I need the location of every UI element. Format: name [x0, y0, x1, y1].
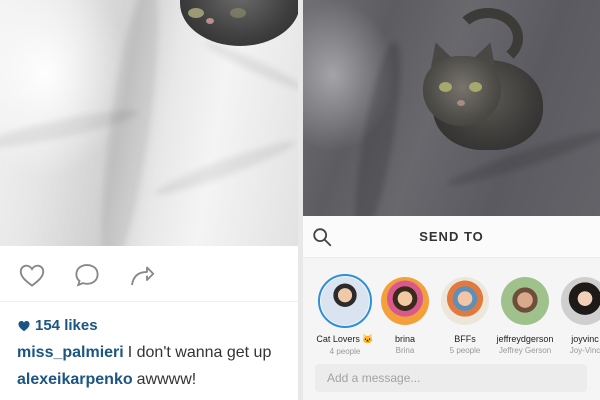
- comment-text: awwww!: [136, 371, 197, 388]
- cat-image: [423, 8, 543, 150]
- avatar: [441, 277, 489, 325]
- heart-outline-icon: [19, 264, 45, 287]
- cat-peek-image: [180, 0, 298, 46]
- comment-text: I don't wanna get up: [127, 344, 272, 361]
- comment-row: miss_palmieri I don't wanna get up: [17, 344, 271, 362]
- avatar: [561, 277, 600, 325]
- avatar: [381, 277, 429, 325]
- avatar-wrapper: [378, 274, 432, 328]
- recipient-item[interactable]: joyvinc Joy-Vinc: [549, 274, 600, 355]
- selected-ring: [318, 274, 372, 328]
- avatar-wrapper: [498, 274, 552, 328]
- send-to-header: SEND TO: [303, 216, 600, 258]
- comment-bubble-icon: [75, 264, 99, 287]
- comment-button[interactable]: [70, 258, 104, 292]
- likes-text: 154 likes: [35, 317, 98, 334]
- recipient-subtitle: Joy-Vinc: [569, 346, 600, 355]
- recipient-list[interactable]: Cat Lovers 🐱 4 people brina Brina BFFs 5…: [303, 266, 600, 358]
- recipient-name: joyvinc: [571, 334, 599, 344]
- likes-count[interactable]: 154 likes: [17, 317, 98, 334]
- share-arrow-icon: [131, 266, 155, 286]
- send-to-title: SEND TO: [419, 229, 484, 244]
- post-action-bar: [0, 246, 298, 302]
- comment-row: alexeikarpenko awwww!: [17, 371, 196, 389]
- avatar-wrapper: [558, 274, 600, 328]
- comment-username[interactable]: alexeikarpenko: [17, 371, 133, 388]
- like-button[interactable]: [15, 258, 49, 292]
- avatar: [501, 277, 549, 325]
- send-to-panel: SEND TO Cat Lovers 🐱 4 people brina Brin…: [303, 0, 600, 400]
- message-input[interactable]: [315, 364, 587, 392]
- feed-post: 154 likes miss_palmieri I don't wanna get…: [0, 0, 298, 400]
- share-button[interactable]: [125, 258, 159, 292]
- comment-username[interactable]: miss_palmieri: [17, 344, 124, 361]
- post-photo[interactable]: [0, 0, 298, 246]
- heart-filled-icon: [18, 320, 30, 331]
- avatar-wrapper: [438, 274, 492, 328]
- shared-photo-preview: [303, 0, 600, 216]
- avatar: [321, 277, 369, 325]
